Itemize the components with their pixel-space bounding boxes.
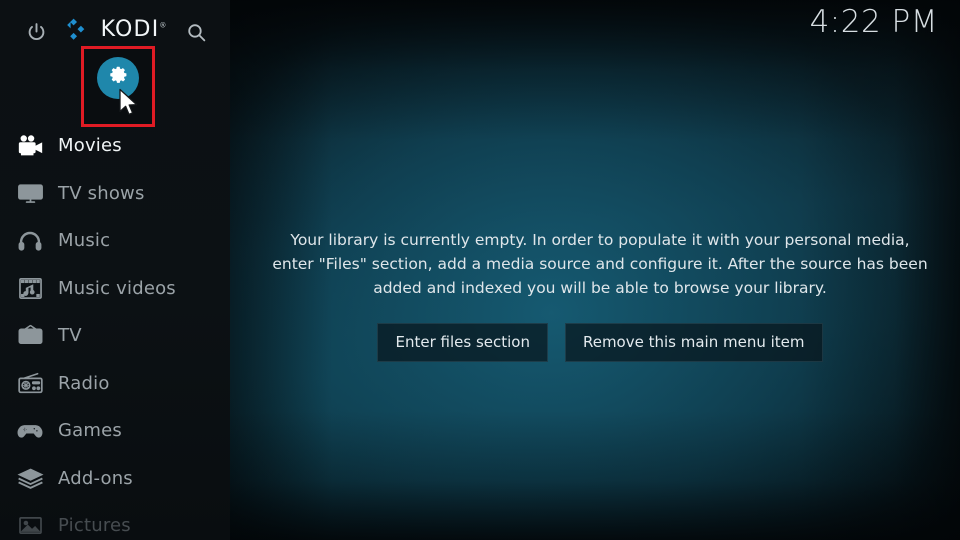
sidebar-item-add-ons[interactable]: Add-ons [0, 455, 230, 502]
sidebar-item-label: Radio [58, 372, 110, 394]
empty-library-panel: Your library is currently empty. In orde… [255, 228, 945, 363]
sidebar-item-music-videos[interactable]: Music videos [0, 265, 230, 312]
gear-icon [108, 66, 129, 91]
mouse-pointer-icon [118, 88, 140, 118]
sidebar-item-label: TV shows [58, 182, 145, 204]
sidebar-item-games[interactable]: Games [0, 407, 230, 454]
enter-files-section-button[interactable]: Enter files section [377, 323, 548, 363]
search-icon [185, 21, 208, 48]
sidebar-item-tv-shows[interactable]: TV shows [0, 170, 230, 217]
search-button[interactable] [178, 18, 214, 50]
sidebar-item-music[interactable]: Music [0, 217, 230, 264]
retro-tv-icon [8, 321, 52, 351]
sidebar-item-label: Movies [58, 135, 122, 156]
sidebar-menu: Movies TV shows Music Music videos TV Ra… [0, 122, 230, 540]
clock: 4:22 PM [809, 4, 938, 40]
addon-box-icon [8, 463, 52, 493]
sidebar-item-radio[interactable]: Radio [0, 360, 230, 407]
empty-library-actions: Enter files section Remove this main men… [255, 323, 945, 363]
sidebar-item-label: Music videos [58, 277, 176, 299]
sidebar-toolbar [0, 0, 230, 135]
power-button[interactable] [18, 18, 54, 50]
gamepad-icon [8, 416, 52, 446]
sidebar-item-label: Music [58, 230, 111, 251]
sidebar-item-label: Pictures [58, 515, 131, 536]
radio-icon [8, 368, 52, 398]
sidebar-item-movies[interactable]: Movies [0, 122, 230, 169]
remove-main-menu-item-button[interactable]: Remove this main menu item [564, 323, 823, 363]
sidebar-item-label: Add-ons [58, 467, 133, 489]
empty-library-message: Your library is currently empty. In orde… [272, 231, 928, 298]
sidebar-item-label: Games [58, 420, 122, 441]
sidebar-item-label: TV [58, 325, 82, 346]
movie-camera-icon [8, 131, 52, 161]
sidebar: KODI® Movies TV shows Music Music videos… [0, 0, 230, 540]
headphones-icon [8, 226, 52, 256]
sidebar-item-tv[interactable]: TV [0, 312, 230, 359]
film-note-icon [8, 273, 52, 303]
sidebar-item-pictures[interactable]: Pictures [0, 502, 230, 540]
television-icon [8, 178, 52, 208]
power-icon [25, 21, 48, 48]
kodi-screen: 4:22 PM Your library is currently empty.… [0, 0, 960, 540]
picture-icon [8, 511, 52, 540]
